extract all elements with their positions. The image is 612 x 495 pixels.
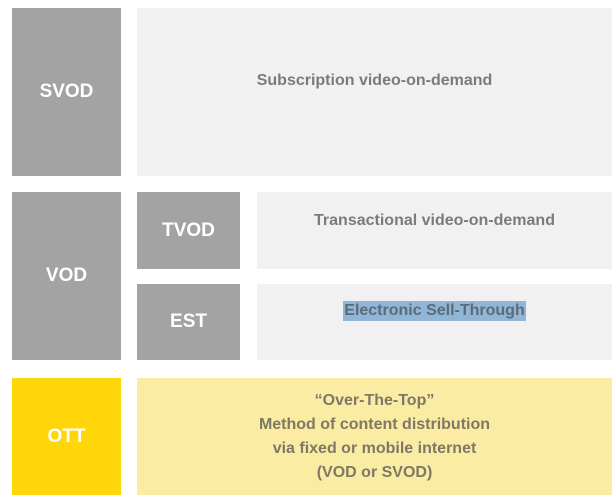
svod-label: SVOD bbox=[39, 81, 94, 102]
ott-description-line-3: via fixed or mobile internet bbox=[272, 439, 477, 457]
tvod-description-box: Transactional video-on-demand bbox=[257, 192, 612, 269]
svod-label-box: SVOD bbox=[12, 8, 121, 176]
est-label: EST bbox=[170, 311, 207, 332]
ott-description-line-2: Method of content distribution bbox=[258, 415, 491, 433]
ott-label-box: OTT bbox=[12, 378, 121, 495]
ott-label: OTT bbox=[47, 425, 86, 447]
svod-description: Subscription video-on-demand bbox=[256, 72, 493, 89]
vod-label-box: VOD bbox=[12, 192, 121, 360]
est-label-box: EST bbox=[137, 284, 240, 360]
ott-description-line-1: “Over-The-Top” bbox=[314, 391, 435, 409]
svod-description-box: Subscription video-on-demand bbox=[137, 8, 612, 176]
est-description-box: Electronic Sell-Through bbox=[257, 284, 612, 360]
ott-description-box: “Over-The-Top” Method of content distrib… bbox=[137, 378, 612, 495]
vod-label: VOD bbox=[45, 265, 88, 286]
ott-description-line-4: (VOD or SVOD) bbox=[316, 463, 433, 481]
est-description-selected-text[interactable]: Electronic Sell-Through bbox=[343, 301, 526, 321]
tvod-label-box: TVOD bbox=[137, 192, 240, 269]
tvod-description: Transactional video-on-demand bbox=[314, 212, 555, 229]
tvod-label: TVOD bbox=[162, 219, 215, 241]
